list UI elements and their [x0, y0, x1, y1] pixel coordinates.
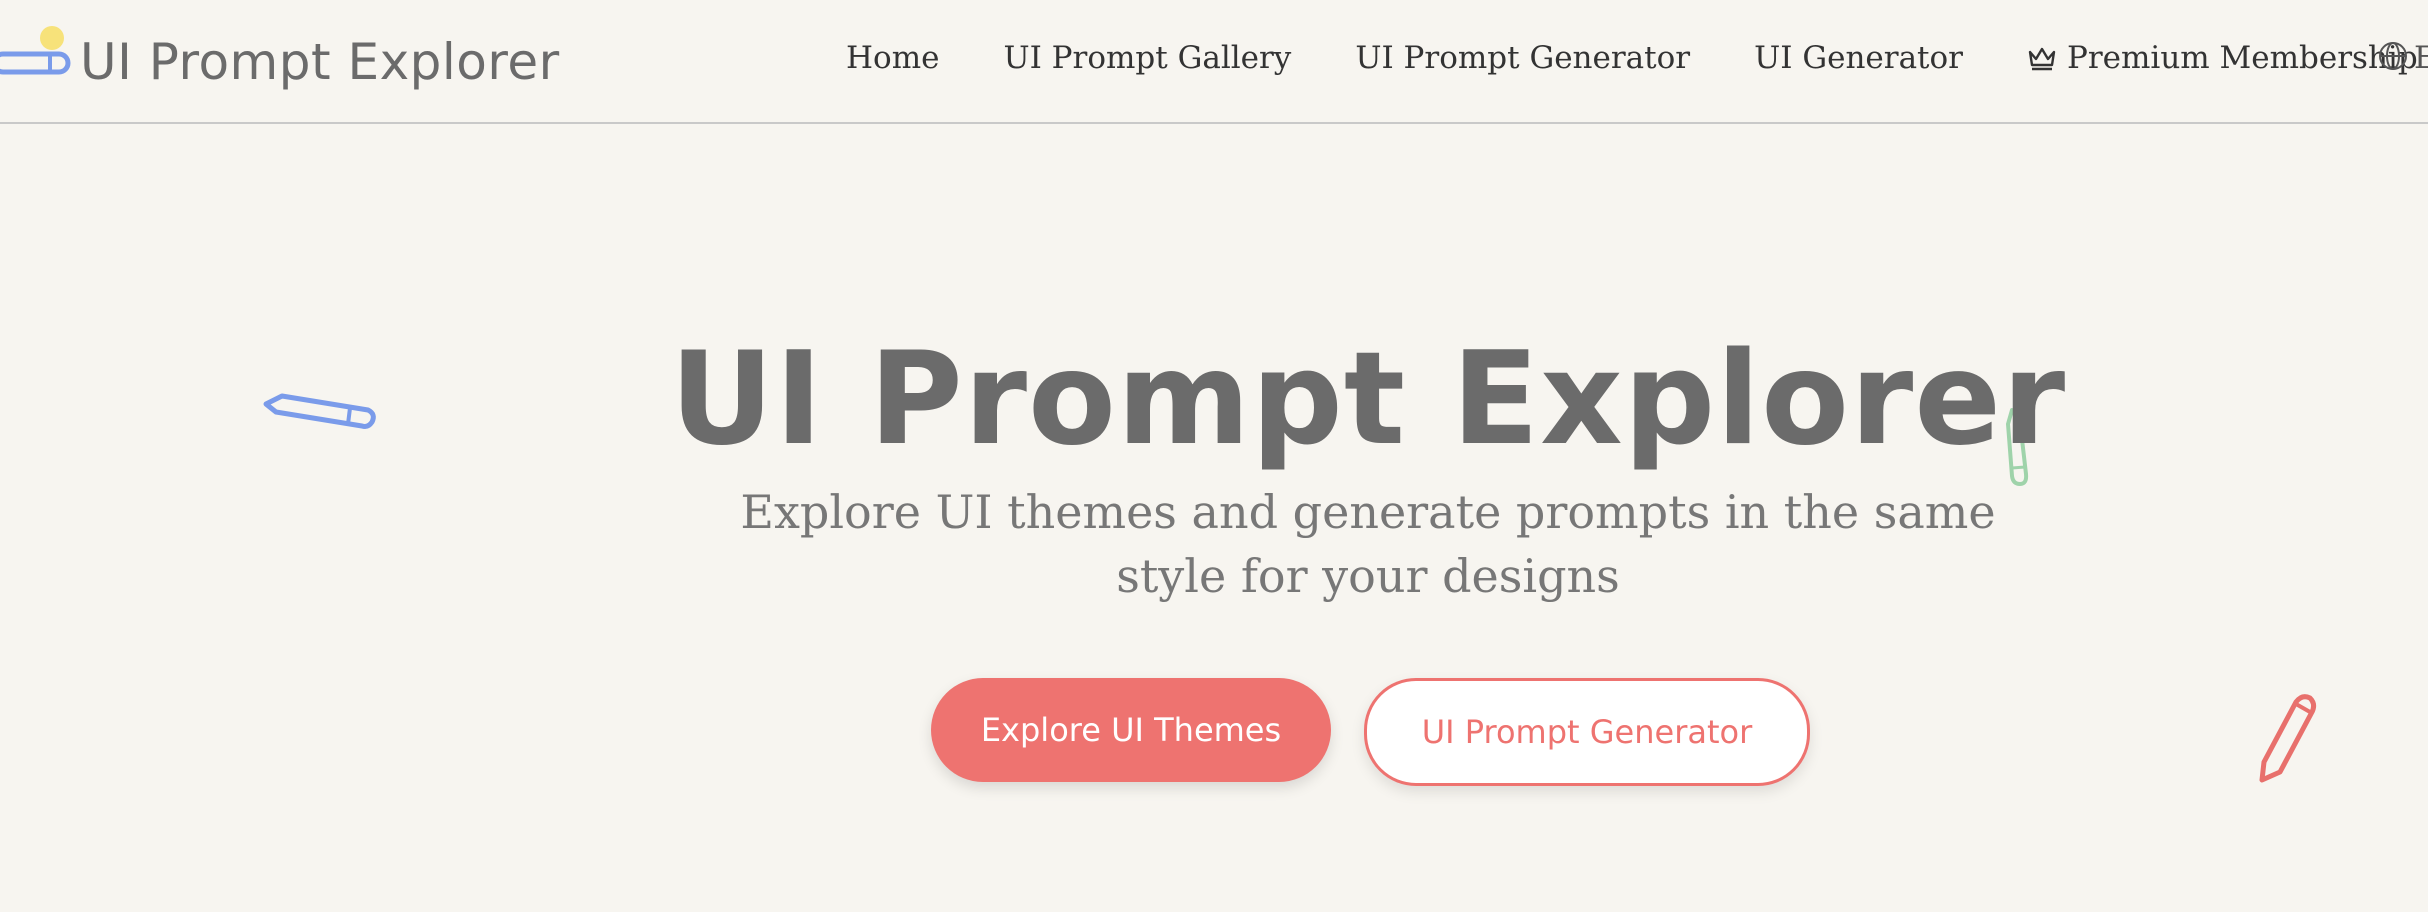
language-selector[interactable]: E: [2378, 40, 2428, 76]
main-nav: Home UI Prompt Gallery UI Prompt Generat…: [846, 0, 2428, 116]
globe-icon: [2378, 41, 2408, 75]
pencil-logo-icon: [0, 24, 80, 100]
red-pencil-icon: [2259, 694, 2317, 783]
brand-title: UI Prompt Explorer: [80, 33, 560, 91]
nav-home[interactable]: Home: [846, 40, 939, 76]
language-label: E: [2414, 40, 2428, 76]
nav-premium-membership[interactable]: Premium Membership: [2027, 40, 2418, 76]
nav-ui-prompt-gallery[interactable]: UI Prompt Gallery: [1003, 40, 1291, 76]
ui-prompt-generator-button[interactable]: UI Prompt Generator: [1364, 678, 1810, 786]
hero-title: UI Prompt Explorer: [669, 325, 2067, 474]
nav-premium-label: Premium Membership: [2067, 40, 2418, 76]
hero-subtitle: Explore UI themes and generate prompts i…: [740, 485, 1996, 603]
nav-ui-prompt-generator[interactable]: UI Prompt Generator: [1355, 40, 1690, 76]
site-header: UI Prompt Explorer Home UI Prompt Galler…: [0, 0, 2428, 124]
crown-icon: [2027, 44, 2057, 72]
brand[interactable]: UI Prompt Explorer: [0, 24, 560, 100]
explore-ui-themes-button[interactable]: Explore UI Themes: [931, 678, 1331, 782]
nav-ui-generator[interactable]: UI Generator: [1754, 40, 1963, 76]
